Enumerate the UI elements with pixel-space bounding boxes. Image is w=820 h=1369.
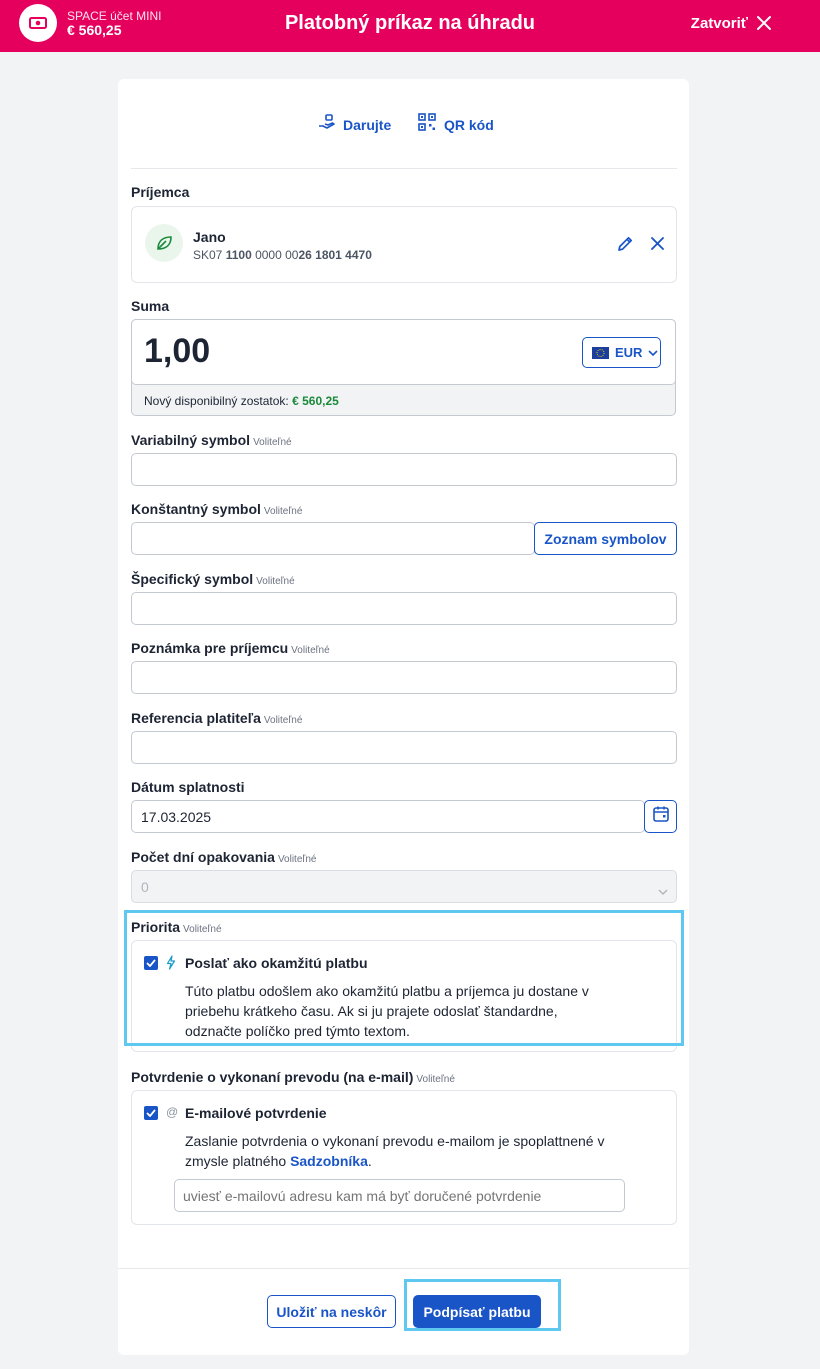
iban-part: 0000 00 [251,248,299,262]
constant-symbol-input[interactable] [131,522,535,555]
payer-reference-input[interactable] [131,731,677,764]
divider [131,168,677,169]
email-input[interactable] [174,1179,625,1212]
email-confirmation-label: E-mailové potvrdenie [185,1105,327,1121]
chevron-down-icon [658,883,668,901]
recipient-name: Jano [193,229,226,245]
currency-select[interactable]: EUR [582,337,661,368]
eu-flag-icon [592,346,609,359]
desc-line: Zaslanie potvrdenia o vykonaní prevodu e… [185,1133,605,1149]
email-confirmation-checkbox[interactable] [144,1106,158,1120]
remove-recipient-icon[interactable] [650,236,665,256]
desc-suffix: . [367,1153,372,1169]
repeat-days-select[interactable]: 0 [131,870,677,903]
qr-code-icon [418,113,436,136]
label-text: Špecifický symbol [131,571,254,587]
iban-part: 26 1801 4470 [298,248,372,262]
label-text: Konštantný symbol [131,501,261,517]
specific-symbol-input[interactable] [131,592,677,625]
label-text: Variabilný symbol [131,432,251,448]
symbol-list-button[interactable]: Zoznam symbolov [534,522,677,555]
note-input[interactable] [131,661,677,694]
note-label: Poznámka pre príjemcu Voliteľné [131,640,330,656]
qr-code-link[interactable]: QR kód [418,113,494,136]
desc-prefix: zmysle platného [185,1153,291,1169]
specific-symbol-label: Špecifický symbol Voliteľné [131,571,295,587]
optional-tag: Voliteľné [291,645,330,656]
repeat-days-label: Počet dní opakovania Voliteľné [131,849,316,865]
at-sign-icon: @ [166,1105,179,1119]
recipient-iban: SK07 1100 0000 0026 1801 4470 [193,248,372,262]
new-balance-value: € 560,25 [292,394,339,408]
due-date-label: Dátum splatnosti [131,779,245,795]
optional-tag: Voliteľné [263,506,303,517]
amount-value: 1,00 [144,332,211,370]
optional-tag: Voliteľné [263,715,303,726]
currency-value: EUR [615,345,643,360]
edit-icon[interactable] [616,235,634,258]
close-icon[interactable] [756,15,772,36]
donate-label: Darujte [343,116,392,133]
fee-schedule-link[interactable]: Sadzobníka [290,1153,368,1169]
save-later-button[interactable]: Uložiť na neskôr [267,1295,396,1328]
iban-part: SK07 [193,248,226,262]
recipient-label: Príjemca [131,184,190,200]
constant-symbol-label: Konštantný symbol Voliteľné [131,501,302,517]
close-label: Zatvoriť [690,15,748,32]
repeat-days-value: 0 [141,879,149,895]
optional-tag: Voliteľné [256,576,295,587]
label-text: Poznámka pre príjemcu [131,640,289,656]
variable-symbol-input[interactable] [131,453,677,486]
new-balance: Nový disponibilný zostatok: € 560,25 [144,394,339,408]
payer-reference-label: Referencia platiteľa Voliteľné [131,710,302,726]
new-balance-label: Nový disponibilný zostatok: [144,394,289,408]
label-text: Počet dní opakovania [131,849,275,865]
label-text: Referencia platiteľa [131,710,261,726]
optional-tag: Voliteľné [277,854,317,865]
optional-tag: Voliteľné [253,437,292,448]
optional-tag: Voliteľné [416,1074,455,1085]
calendar-button[interactable] [644,800,677,833]
confirmation-label: Potvrdenie o vykonaní prevodu (na e-mail… [131,1069,455,1085]
due-date-input[interactable]: 17.03.2025 [131,800,645,833]
calendar-icon [652,805,670,828]
label-text: Potvrdenie o vykonaní prevodu (na e-mail… [131,1069,414,1085]
email-confirmation-desc: Zaslanie potvrdenia o vykonaní prevodu e… [185,1131,655,1171]
donate-icon [318,113,336,136]
sign-button-highlight [404,1279,561,1331]
divider [118,1268,689,1269]
desc-line: zmysle platného Sadzobníka. [185,1151,655,1171]
iban-part: 1100 [225,248,252,262]
donate-link[interactable]: Darujte [318,113,391,136]
priority-highlight [124,910,684,1046]
qr-code-label: QR kód [444,116,494,133]
variable-symbol-label: Variabilný symbol Voliteľné [131,432,292,448]
amount-label: Suma [131,298,170,314]
top-bar: SPACE účet MINI € 560,25 Platobný príkaz… [0,0,820,52]
close-button[interactable]: Zatvoriť [691,15,748,32]
leaf-icon [145,224,183,262]
chevron-down-icon [648,344,659,362]
